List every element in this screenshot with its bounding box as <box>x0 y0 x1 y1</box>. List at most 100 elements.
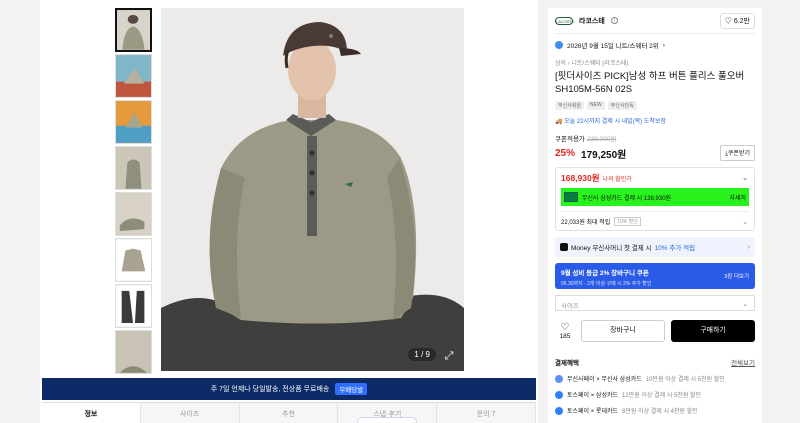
payment-benefit-row[interactable]: 토스페이 × 삼성카드 12만원 이상 결제 시 5천원 할인 <box>555 390 755 399</box>
tab-inquiry-count: 7 <box>491 411 496 418</box>
chevron-down-icon: ⌄ <box>742 301 748 308</box>
money-text: Money 무신사머니 첫 결제 시 <box>571 245 652 252</box>
store-like-button[interactable]: ♡ 6.2만 <box>719 12 755 29</box>
payment-benefit-row[interactable]: 무신사페이 × 무신사 삼성카드 10만원 이상 결제 시 5천원 할인 <box>555 374 755 383</box>
tag-exclusive: 무신사단독 <box>607 101 637 110</box>
card-icon <box>564 192 578 202</box>
payment-benefit-desc: 8만원 이상 결제 시 4천원 할인 <box>622 409 698 415</box>
price-row: 25% 179,250원 ⤓쿠폰받기 <box>555 145 755 161</box>
tab-recommend-label: 추천 <box>282 411 295 418</box>
wishlist-button[interactable]: ♡ 185 <box>555 321 575 340</box>
card-discount-bar[interactable]: 무신사 삼성카드 결제 시 138,930원 자세히 <box>561 188 749 206</box>
heart-icon: ♡ <box>724 17 732 25</box>
best-price: 168,930원 <box>561 173 600 183</box>
product-tags: 무신사회원 NEW 무신사단독 <box>555 101 755 110</box>
brand-logo-text: LACOSTE <box>556 18 575 24</box>
payment-benefit-desc: 12만원 이상 결제 시 5천원 할인 <box>622 393 702 399</box>
payment-view-all-link[interactable]: 전체보기 <box>731 357 755 367</box>
thumbnail-3[interactable] <box>115 100 152 144</box>
product-title: [핏더사이즈 PICK]남성 하프 버튼 플리스 풀오버 SH105M-56N … <box>555 71 745 95</box>
delivery-info: 🚚 오늘 22시까지 결제 시 내일(목) 도착보장 <box>555 116 755 125</box>
shipping-banner[interactable]: 주 7일 언제나 당일발송, 전상품 무료배송 무배당발 <box>42 378 536 400</box>
best-price-label: 나의 할인가 <box>602 176 632 183</box>
tab-inquiry-label: 문의 <box>476 411 490 418</box>
buy-button[interactable]: 구매하기 <box>671 320 755 342</box>
sale-price: 179,250원 <box>581 149 627 161</box>
coupon-price-label: 쿠폰적용가 <box>555 136 585 143</box>
discount-rate: 25% <box>555 147 576 159</box>
tab-size-label: 사이즈 <box>180 411 200 418</box>
tag-member: 무신사회원 <box>555 101 585 110</box>
points-row[interactable]: 22,033원 최대 적립 10% 할인 ⌄ <box>561 211 749 226</box>
shipping-banner-text: 주 7일 언제나 당일발송, 전상품 무료배송 <box>210 386 330 393</box>
money-icon <box>560 243 568 251</box>
coupon-promo-box[interactable]: 9월 성비 등급 2% 장바구니 쿠폰 06.30까지 · 2개 이상 구매 시… <box>555 263 755 289</box>
ranking-text: 2026년 9월 15일 니트/스웨터 2위 <box>567 43 659 50</box>
store-name[interactable]: 라코스테 <box>579 16 605 26</box>
chevron-down-icon[interactable]: ⌄ <box>742 174 748 182</box>
main-product-image[interactable]: 1 / 9 ⤢ <box>161 8 464 371</box>
thumbnail-4[interactable] <box>115 146 152 190</box>
store-like-count: 6.2만 <box>733 17 750 25</box>
store-header: LACOSTE 라코스테 i ♡ 6.2만 <box>555 8 755 34</box>
tab-recommend[interactable]: 추천 <box>239 403 339 423</box>
product-page: 1 / 9 ⤢ 주 7일 언제나 당일발송, 전상품 무료배송 무배당발 정보 … <box>0 0 800 423</box>
discount-box[interactable]: 168,930원 나의 할인가 ⌄ 무신사 삼성카드 결제 시 138,930원… <box>555 167 755 231</box>
pay-icon <box>555 390 563 399</box>
thumbnail-6[interactable] <box>115 238 152 282</box>
wishlist-count: 185 <box>559 332 571 340</box>
thumbnail-8[interactable] <box>115 330 152 374</box>
delivery-text: 오늘 22시까지 결제 시 내일(목) 도착보장 <box>564 119 666 125</box>
size-select-placeholder: 사이즈 <box>561 303 579 310</box>
info-icon[interactable]: i <box>610 17 618 24</box>
chevron-down-icon: ⌄ <box>742 218 748 226</box>
promo-title: 9월 성비 등급 2% 장바구니 쿠폰 <box>561 270 649 277</box>
product-gallery-column: 1 / 9 ⤢ 주 7일 언제나 당일발송, 전상품 무료배송 무배당발 정보 … <box>40 0 538 423</box>
thumbnail-7[interactable] <box>115 284 152 328</box>
payment-benefit-name: 토스페이 × 삼성카드 <box>567 393 618 399</box>
money-highlight: 10% 추가 적립 <box>654 245 696 252</box>
thumbnail-list <box>115 8 152 376</box>
detail-tabs: 정보 사이즈 추천 스냅·후기 문의 7 <box>42 402 536 423</box>
tab-indicator <box>357 417 418 423</box>
thumbnail-1[interactable] <box>115 8 152 52</box>
pay-icon <box>555 374 563 383</box>
coupon-button-label: 쿠폰받기 <box>727 151 750 157</box>
cart-button[interactable]: 장바구니 <box>581 320 665 342</box>
size-select[interactable]: 사이즈 ⌄ <box>555 295 755 311</box>
image-counter: 1 / 9 <box>408 348 436 361</box>
promo-more-link[interactable]: 3장 더보기 <box>724 272 749 280</box>
payment-benefit-desc: 10만원 이상 결제 시 5천원 할인 <box>645 377 725 383</box>
payment-benefit-name: 무신사페이 × 무신사 삼성카드 <box>567 377 642 383</box>
tab-reviews[interactable]: 스냅·후기 <box>338 403 438 423</box>
brand-logo[interactable]: LACOSTE <box>555 16 575 25</box>
payment-heading: 결제혜택 <box>555 360 579 367</box>
payment-benefits-header: 결제혜택 전체보기 <box>555 357 755 367</box>
purchase-panel: LACOSTE 라코스테 i ♡ 6.2만 2026년 9월 15일 니트/스웨… <box>548 8 762 423</box>
card-details-link[interactable]: 자세히 <box>729 193 746 202</box>
points-text: 22,033원 최대 적립 <box>561 220 611 226</box>
chevron-right-icon: › <box>747 243 750 251</box>
shipping-banner-tag: 무배당발 <box>335 383 368 395</box>
pay-icon <box>555 406 563 415</box>
tab-info[interactable]: 정보 <box>42 403 141 423</box>
card-discount-text: 무신사 삼성카드 결제 시 138,930원 <box>582 195 672 202</box>
model-photo <box>161 8 464 371</box>
ranking-badge[interactable]: 2026년 9월 15일 니트/스웨터 2위 › <box>555 40 755 50</box>
tab-inquiry[interactable]: 문의 7 <box>437 403 536 423</box>
payment-benefit-name: 토스페이 × 롯데카드 <box>567 409 618 415</box>
heart-icon: ♡ <box>560 321 570 333</box>
coupon-button[interactable]: ⤓쿠폰받기 <box>720 145 755 161</box>
money-promo[interactable]: Money 무신사머니 첫 결제 시 10% 추가 적립 › <box>555 237 755 257</box>
ranking-icon <box>555 41 563 49</box>
payment-benefit-row[interactable]: 토스페이 × 롯데카드 8만원 이상 결제 시 4천원 할인 <box>555 406 755 415</box>
tag-new: NEW <box>587 101 605 110</box>
thumbnail-5[interactable] <box>115 192 152 236</box>
promo-detail: 06.30까지 · 2개 이상 구매 시 2% 추가 할인 <box>561 281 652 287</box>
breadcrumb[interactable]: 상의 › 니트/스웨터 (라코스테) <box>555 58 755 67</box>
expand-icon[interactable]: ⤢ <box>442 349 456 363</box>
tab-info-label: 정보 <box>84 411 98 418</box>
tab-size[interactable]: 사이즈 <box>140 403 240 423</box>
chevron-right-icon: › <box>662 41 665 49</box>
thumbnail-2[interactable] <box>115 54 152 98</box>
